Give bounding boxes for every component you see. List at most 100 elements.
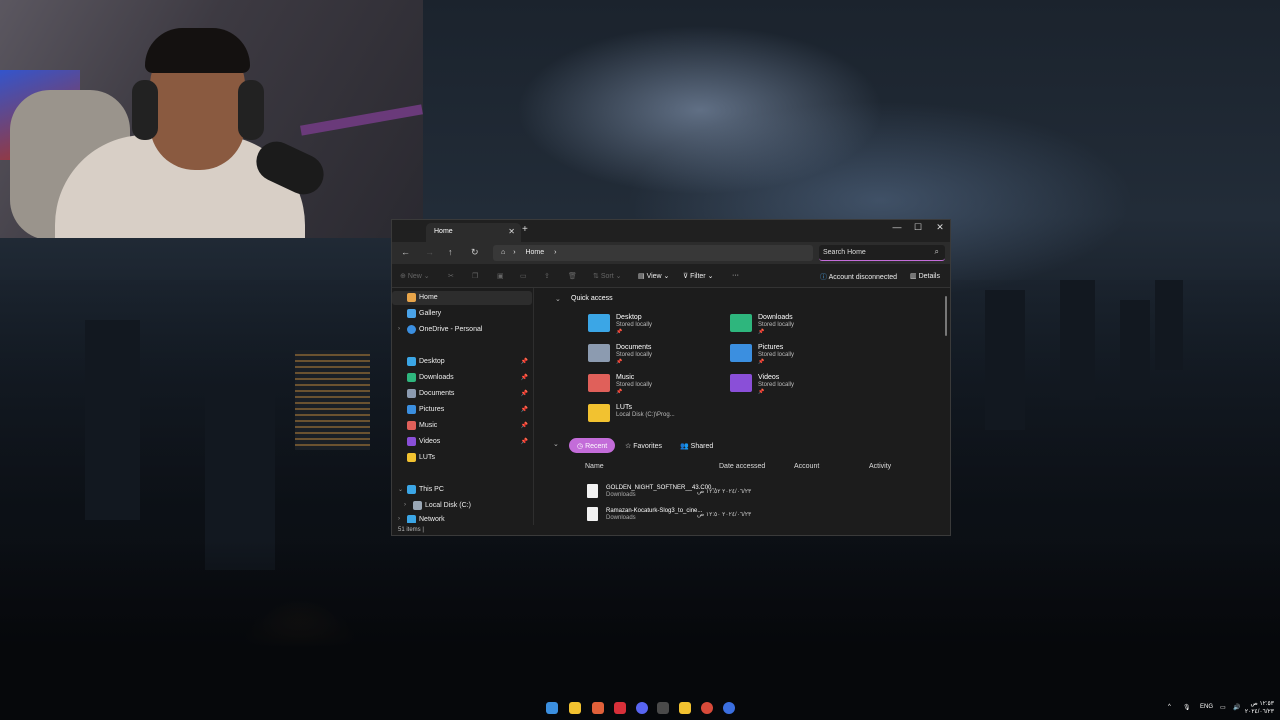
volume-icon[interactable]: 🔊 bbox=[1233, 704, 1240, 711]
quick-access-pictures[interactable]: Pictures Stored locally 📌 bbox=[730, 344, 860, 370]
column-header-account[interactable]: Account bbox=[794, 463, 819, 470]
sidebar-item-music[interactable]: Music 📌 bbox=[392, 419, 532, 433]
tab-favorites[interactable]: ☆ Favorites bbox=[617, 438, 670, 453]
chevron-right-icon[interactable]: › bbox=[398, 326, 400, 332]
quick-access-desktop[interactable]: Desktop Stored locally 📌 bbox=[588, 314, 718, 340]
sidebar-item-local-disk[interactable]: › Local Disk (C:) bbox=[392, 499, 532, 513]
pictures-folder-icon bbox=[730, 344, 752, 362]
new-tab-icon[interactable]: + bbox=[522, 224, 528, 235]
app-r-icon[interactable] bbox=[679, 702, 691, 714]
back-arrow-icon[interactable]: ← bbox=[401, 247, 410, 257]
file-icon bbox=[587, 484, 598, 498]
paste-icon[interactable]: ▣ bbox=[497, 272, 504, 280]
sidebar-item-this-pc[interactable]: ⌄ This PC bbox=[392, 483, 532, 497]
chevron-down-icon[interactable]: ⌄ bbox=[555, 295, 561, 303]
copy-icon[interactable]: ❐ bbox=[472, 272, 478, 280]
discord-icon[interactable] bbox=[636, 702, 648, 714]
pin-icon: 📌 bbox=[758, 389, 765, 395]
rename-icon[interactable]: ▭ bbox=[520, 272, 527, 280]
sidebar-item-pictures[interactable]: Pictures 📌 bbox=[392, 403, 532, 417]
content-pane: ⌄ Quick access Desktop Stored locally 📌 … bbox=[535, 288, 947, 526]
app-blue-icon[interactable] bbox=[723, 702, 735, 714]
sidebar-item-desktop[interactable]: Desktop 📌 bbox=[392, 355, 532, 369]
start-icon[interactable] bbox=[546, 702, 558, 714]
sidebar-item-home[interactable]: Home bbox=[392, 291, 532, 305]
table-row[interactable]: Ramazan-Kocaturk-Slog3_to_cine... Downlo… bbox=[587, 507, 787, 527]
account-status-button[interactable]: ⓘ Account disconnected bbox=[820, 272, 897, 282]
quick-access-downloads[interactable]: Downloads Stored locally 📌 bbox=[730, 314, 860, 340]
downloads-folder-icon bbox=[407, 373, 416, 382]
sidebar-item-downloads[interactable]: Downloads 📌 bbox=[392, 371, 532, 385]
filter-button[interactable]: ⊽ Filter ⌄ bbox=[683, 272, 713, 280]
network-icon[interactable]: ▭ bbox=[1220, 704, 1226, 711]
chevron-up-icon[interactable]: ^ bbox=[1168, 704, 1171, 710]
chevron-right-icon[interactable]: › bbox=[398, 516, 400, 522]
share-icon[interactable]: ⇪ bbox=[544, 272, 550, 280]
chevron-right-icon[interactable]: › bbox=[404, 502, 406, 508]
close-window-button[interactable]: ✕ bbox=[930, 222, 950, 233]
app-a-icon[interactable] bbox=[614, 702, 626, 714]
home-icon: ⌂ bbox=[501, 249, 506, 256]
up-arrow-icon[interactable]: ↑ bbox=[448, 247, 453, 257]
microphone-icon[interactable]: 🎙 bbox=[1183, 704, 1191, 711]
wallpaper-building bbox=[295, 350, 370, 450]
quick-access-header[interactable]: ⌄ Quick access bbox=[555, 295, 613, 303]
headphones bbox=[238, 80, 264, 140]
table-row[interactable]: GOLDEN_NIGHT_SOFTNER__43.C00... Download… bbox=[587, 484, 787, 504]
tab-home[interactable]: Home ✕ bbox=[426, 223, 521, 242]
view-button[interactable]: ▤ View ⌄ bbox=[638, 272, 669, 280]
tab-shared[interactable]: 👥 Shared bbox=[672, 438, 721, 453]
delete-icon[interactable]: 🗑 bbox=[568, 272, 577, 280]
column-header-date[interactable]: Date accessed bbox=[719, 463, 765, 470]
desktop-folder-icon bbox=[588, 314, 610, 332]
tab-title: Home bbox=[434, 228, 453, 235]
quick-access-music[interactable]: Music Stored locally 📌 bbox=[588, 374, 718, 400]
pin-icon[interactable]: 📌 bbox=[521, 358, 528, 365]
sidebar-item-videos[interactable]: Videos 📌 bbox=[392, 435, 532, 449]
close-tab-icon[interactable]: ✕ bbox=[508, 227, 515, 236]
maximize-button[interactable]: ☐ bbox=[908, 222, 928, 233]
sort-button[interactable]: ⇅ Sort ⌄ bbox=[593, 272, 621, 280]
sidebar-item-onedrive[interactable]: › OneDrive - Personal bbox=[392, 323, 532, 337]
pin-icon[interactable]: 📌 bbox=[521, 438, 528, 445]
chevron-down-icon[interactable]: ⌄ bbox=[553, 440, 559, 448]
new-button[interactable]: ⊕ New ⌄ bbox=[400, 272, 430, 280]
pin-icon[interactable]: 📌 bbox=[521, 374, 528, 381]
network-icon bbox=[407, 515, 416, 523]
app-x-icon[interactable] bbox=[657, 702, 669, 714]
column-header-name[interactable]: Name bbox=[585, 463, 604, 470]
input-language[interactable]: ENG bbox=[1200, 704, 1213, 710]
sidebar-item-gallery[interactable]: Gallery bbox=[392, 307, 532, 321]
column-header-activity[interactable]: Activity bbox=[869, 463, 891, 470]
quick-access-documents[interactable]: Documents Stored locally 📌 bbox=[588, 344, 718, 370]
tab-recent[interactable]: ◷ Recent bbox=[569, 438, 616, 453]
more-options-button[interactable]: ··· bbox=[732, 272, 739, 279]
pin-icon[interactable]: 📌 bbox=[521, 406, 528, 413]
quick-access-luts[interactable]: LUTs Local Disk (C:)\Prog... bbox=[588, 404, 718, 430]
search-icon: ⌕ bbox=[934, 247, 939, 256]
sidebar-item-documents[interactable]: Documents 📌 bbox=[392, 387, 532, 401]
pin-icon[interactable]: 📌 bbox=[521, 422, 528, 429]
chrome-icon[interactable] bbox=[701, 702, 713, 714]
quick-access-videos[interactable]: Videos Stored locally 📌 bbox=[730, 374, 860, 400]
system-clock[interactable]: ١٢:٥٣ ص ٢٠٢٤/٠٦/٢٣ bbox=[1245, 700, 1274, 716]
pin-icon[interactable]: 📌 bbox=[521, 390, 528, 397]
search-input[interactable]: Search Home ⌕ bbox=[819, 245, 945, 261]
disk-icon bbox=[413, 501, 422, 510]
sidebar-item-luts[interactable]: LUTs bbox=[392, 451, 532, 465]
chevron-down-icon[interactable]: ⌄ bbox=[398, 486, 403, 493]
info-icon: ⓘ bbox=[820, 274, 827, 281]
forward-arrow-icon[interactable]: → bbox=[425, 247, 434, 257]
scrollbar[interactable] bbox=[945, 296, 947, 336]
address-bar[interactable]: ⌂ › Home › bbox=[493, 245, 813, 261]
minimize-button[interactable]: — bbox=[887, 222, 907, 232]
file-explorer-taskbar-icon[interactable] bbox=[569, 702, 581, 714]
refresh-icon[interactable]: ↻ bbox=[471, 247, 479, 258]
chevron-right-icon[interactable]: › bbox=[554, 249, 556, 256]
sidebar-item-network[interactable]: › Network bbox=[392, 513, 532, 523]
details-button[interactable]: ▥ Details bbox=[910, 272, 940, 280]
brave-browser-icon[interactable] bbox=[592, 702, 604, 714]
music-folder-icon bbox=[588, 374, 610, 392]
cut-icon[interactable]: ✂ bbox=[448, 272, 454, 280]
breadcrumb-home[interactable]: Home bbox=[525, 249, 544, 256]
